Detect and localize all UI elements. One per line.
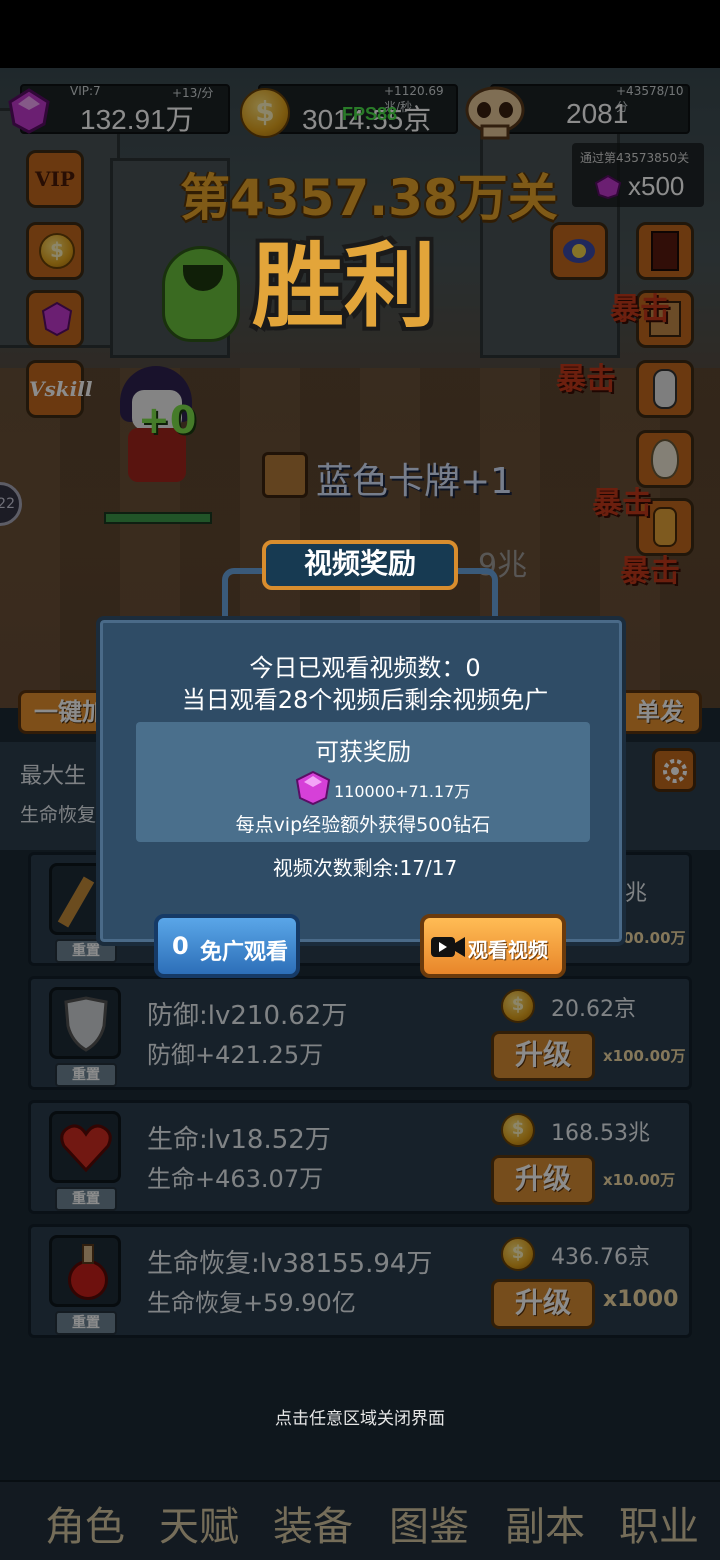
remaining-count: 视频次数剩余:17/17 (272, 856, 458, 880)
reward-title: 可获奖励 (315, 738, 411, 766)
video-reward-dialog: 今日已观看视频数：0 当日观看28个视频后剩余视频免广 可获奖励 110000+… (96, 616, 626, 946)
watch-video-button[interactable]: 观看视频 (420, 914, 566, 978)
reward-amount: 110000+71.17万 (334, 782, 471, 801)
ad-free-count: 0 (172, 932, 189, 960)
ad-free-label: 免广观看 (200, 940, 289, 965)
watch-video-label: 观看视频 (468, 938, 548, 962)
dialog-title: 视频奖励 (262, 540, 458, 590)
video-camera-icon (431, 937, 465, 957)
vip-bonus-note: 每点vip经验额外获得500钻石 (235, 814, 491, 836)
gem-icon (295, 770, 331, 806)
reward-box: 可获奖励 110000+71.17万 每点vip经验额外获得500钻石 (136, 722, 590, 842)
watched-today: 今日已观看视频数：0 (249, 654, 481, 682)
ad-free-watch-button[interactable]: 0 免广观看 (154, 914, 300, 978)
victory-text: 胜利 (252, 233, 437, 340)
close-hint: 点击任意区域关闭界面 (275, 1409, 445, 1429)
ad-free-note: 当日观看28个视频后剩余视频免广 (181, 686, 549, 714)
